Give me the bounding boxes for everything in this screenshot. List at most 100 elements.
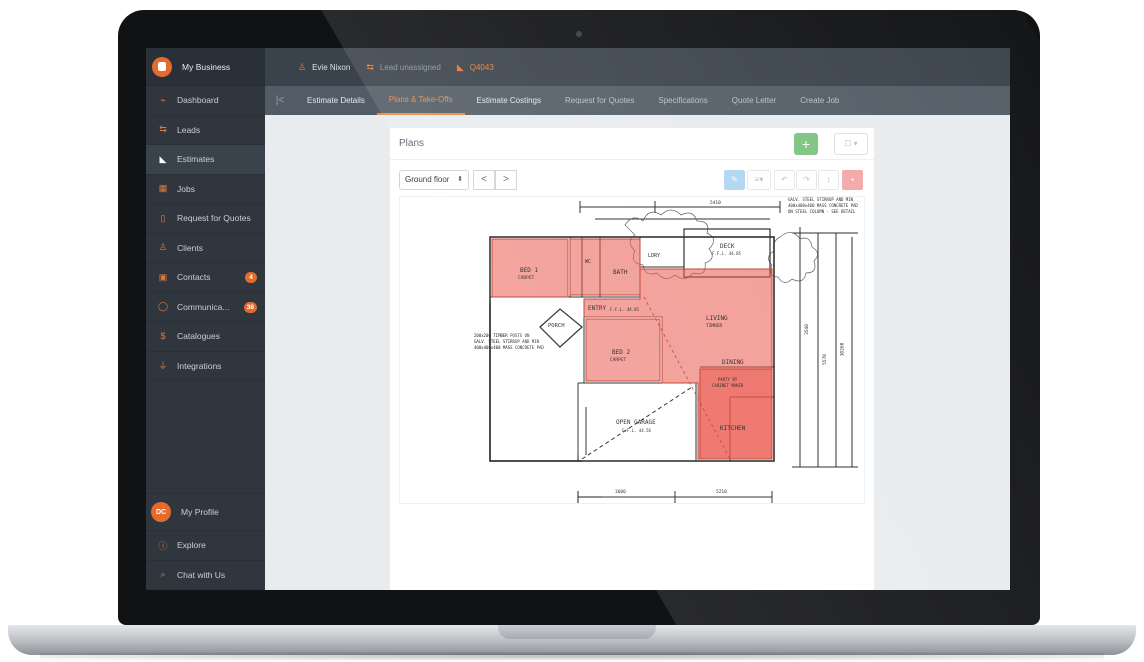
chat-bubble-icon: ◯ bbox=[158, 301, 169, 312]
room-label-bed1: BED 1 bbox=[520, 267, 539, 274]
sidebar-item-request-for-quotes[interactable]: ▯ Request for Quotes bbox=[146, 204, 265, 234]
sidebar-item-dashboard[interactable]: ⌁ Dashboard bbox=[146, 86, 265, 116]
sidebar-item-label: Jobs bbox=[177, 183, 195, 194]
plan-toolbar: Ground floor ⬍ < > ✎ ≡▾ ↶ ↷ ↕ ▪ bbox=[399, 170, 865, 192]
laptop-notch bbox=[498, 625, 656, 639]
dim-top: 5410 bbox=[710, 201, 721, 206]
business-switcher[interactable]: My Business bbox=[146, 48, 265, 86]
chat-icon: ⌕ bbox=[160, 569, 166, 580]
chat-label: Chat with Us bbox=[177, 569, 226, 580]
ruler-icon: ◣ bbox=[456, 61, 464, 72]
plan-options-dropdown[interactable]: ☐ ▾ bbox=[834, 133, 868, 155]
redo-icon[interactable]: ↷ bbox=[796, 170, 817, 190]
room-label-wc: WC bbox=[585, 259, 592, 265]
room-label-kitchen: KITCHEN bbox=[720, 425, 746, 432]
deck-note-3: ON STEEL COLUMN - SEE DETAIL bbox=[788, 209, 856, 214]
add-plan-button[interactable]: + bbox=[794, 133, 818, 155]
sidebar-item-contacts[interactable]: ▣ Contacts 4 bbox=[146, 263, 265, 293]
room-label-ldry: LDRY bbox=[648, 253, 661, 259]
sidebar-item-label: Clients bbox=[177, 242, 203, 253]
room-label-living: LIVING bbox=[706, 315, 728, 322]
contacts-count-badge: 4 bbox=[245, 272, 257, 283]
client-link[interactable]: ♙ Evie Nixon bbox=[298, 62, 350, 73]
deck-note-2: 400x400x400 MASS CONCRETE PAD bbox=[788, 203, 858, 208]
user-icon: ♙ bbox=[158, 242, 168, 253]
document-icon: ▯ bbox=[160, 212, 166, 223]
deck-ffl: F.F.L. 44.85 bbox=[712, 251, 741, 256]
arrows-icon: ⇆ bbox=[366, 61, 374, 72]
dollar-circle-icon: $ bbox=[160, 331, 166, 342]
takeoff-wc-bath bbox=[569, 238, 641, 296]
sidebar-item-label: Leads bbox=[177, 124, 201, 135]
dim-right-2: 5570 bbox=[822, 354, 828, 365]
room-label-entry: ENTRY bbox=[588, 305, 607, 312]
dim-right-1: 3540 bbox=[804, 324, 810, 335]
dim-bottom-left: 3600 bbox=[615, 490, 626, 495]
dim-right-3: 10260 bbox=[840, 342, 846, 357]
estimate-tabs: |< Estimate Details Plans & Take-Offs Es… bbox=[265, 86, 1010, 115]
posts-note-3: 400x400x400 MASS CONCRETE PAD bbox=[474, 345, 544, 350]
communications-count-badge: 38 bbox=[243, 301, 257, 313]
sidebar-item-label: Contacts bbox=[177, 272, 211, 283]
move-icon[interactable]: ↕ bbox=[818, 170, 839, 190]
arrows-icon: ⇆ bbox=[159, 124, 167, 135]
partition-note-2: CABINET MAKER bbox=[712, 383, 744, 388]
deck-note: GALV. STEEL STIRRUP AND MIN bbox=[788, 197, 854, 202]
sidebar-item-catalogues[interactable]: $ Catalogues bbox=[146, 322, 265, 352]
trash-icon[interactable]: ▪ bbox=[842, 170, 863, 190]
lead-status-link[interactable]: ⇆ Lead unassigned bbox=[366, 62, 441, 73]
business-logo-icon bbox=[152, 56, 172, 77]
tab-estimate-costings[interactable]: Estimate Costings bbox=[465, 86, 553, 115]
collapse-icon[interactable]: |< bbox=[265, 86, 295, 115]
sidebar-item-integrations[interactable]: ⏚ Integrations bbox=[146, 352, 265, 381]
room-label-garage: OPEN GARAGE bbox=[616, 419, 656, 426]
sidebar-item-leads[interactable]: ⇆ Leads bbox=[146, 116, 265, 145]
room-floor-living: TIMBER bbox=[706, 324, 723, 329]
undo-icon[interactable]: ↶ bbox=[774, 170, 795, 190]
room-label-porch: PORCH bbox=[548, 323, 565, 329]
floor-select[interactable]: Ground floor ⬍ bbox=[399, 170, 469, 190]
client-name: Evie Nixon bbox=[312, 62, 351, 72]
sidebar-item-clients[interactable]: ♙ Clients bbox=[146, 234, 265, 263]
next-page-button[interactable]: > bbox=[495, 170, 517, 190]
sidebar-item-jobs[interactable]: ▦ Jobs bbox=[146, 175, 265, 204]
posts-note-2: GALV. STEEL STIRRUP AND MIN bbox=[474, 339, 540, 344]
sidebar-item-communications[interactable]: ◯ Communica... 38 bbox=[146, 293, 265, 322]
tab-create-job[interactable]: Create Job bbox=[788, 86, 851, 115]
posts-note: 200x200 TIMBER POSTS ON bbox=[474, 333, 530, 338]
entry-ffl: F.F.L. 44.85 bbox=[610, 307, 639, 312]
sidebar-item-label: Dashboard bbox=[177, 95, 219, 106]
info-icon: ⓘ bbox=[158, 540, 168, 551]
room-label-bed2: BED 2 bbox=[612, 349, 631, 356]
quote-id: Q4043 bbox=[469, 62, 494, 72]
sidebar-item-label: Catalogues bbox=[177, 331, 221, 342]
plans-header: Plans + ☐ ▾ bbox=[390, 128, 874, 160]
room-label-dining: DINING bbox=[722, 359, 744, 366]
layers-dropdown-icon[interactable]: ≡▾ bbox=[747, 170, 771, 190]
sidebar-footer: DC My Profile ⓘ Explore ⌕ Chat with Us bbox=[146, 493, 265, 590]
sidebar-item-label: Request for Quotes bbox=[177, 213, 251, 224]
tab-plans-takeoffs[interactable]: Plans & Take-Offs bbox=[376, 86, 465, 115]
select-caret-icon: ⬍ bbox=[457, 176, 463, 183]
sidebar-item-chat[interactable]: ⌕ Chat with Us bbox=[146, 561, 265, 590]
quote-id-link[interactable]: ◣ Q4043 bbox=[457, 62, 494, 73]
tab-quote-letter[interactable]: Quote Letter bbox=[720, 86, 788, 115]
sidebar-item-profile[interactable]: DC My Profile bbox=[146, 493, 265, 531]
tab-estimate-details[interactable]: Estimate Details bbox=[295, 86, 377, 115]
dim-bottom-right: 5210 bbox=[716, 490, 727, 495]
room-floor-bed2: CARPET bbox=[610, 358, 627, 363]
sidebar-item-explore[interactable]: ⓘ Explore bbox=[146, 531, 265, 561]
floorplan-drawing bbox=[489, 201, 858, 503]
sidebar-item-label: Estimates bbox=[177, 154, 215, 165]
chart-icon: ⌁ bbox=[160, 94, 166, 105]
pencil-icon[interactable]: ✎ bbox=[724, 170, 745, 190]
tab-request-for-quotes[interactable]: Request for Quotes bbox=[553, 86, 646, 115]
floorplan-canvas[interactable]: BED 1 CARPET WC BATH LDRY DECK F.F.L. 44… bbox=[399, 196, 865, 504]
top-bar: ♙ Evie Nixon ⇆ Lead unassigned ◣ Q4043 bbox=[265, 48, 1010, 86]
tab-specifications[interactable]: Specifications bbox=[646, 86, 719, 115]
panel-title: Plans bbox=[399, 138, 425, 149]
prev-page-button[interactable]: < bbox=[473, 170, 495, 190]
calendar-icon: ▦ bbox=[158, 183, 168, 194]
sidebar-item-label: Communica... bbox=[177, 301, 230, 312]
sidebar-item-estimates[interactable]: ◣ Estimates bbox=[146, 145, 265, 175]
